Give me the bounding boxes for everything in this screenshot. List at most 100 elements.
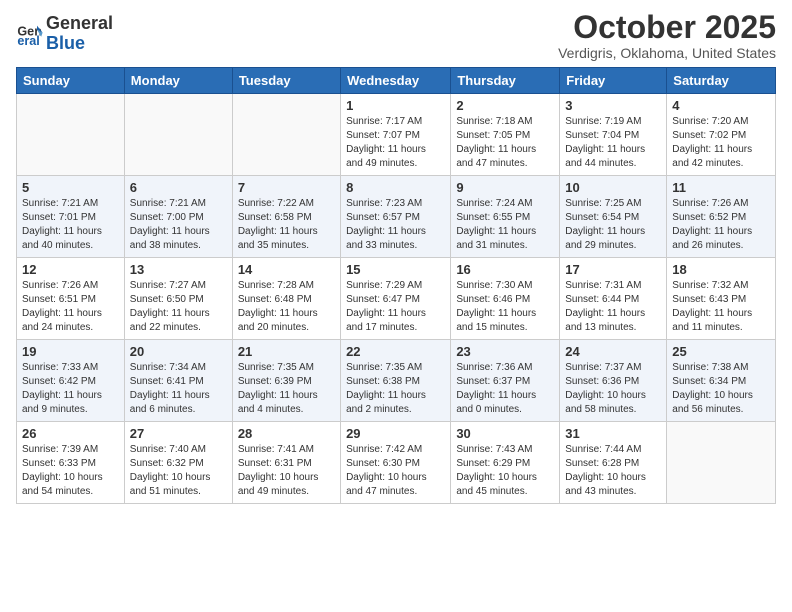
day-info: Sunrise: 7:25 AM Sunset: 6:54 PM Dayligh…: [565, 197, 661, 253]
day-number: 13: [130, 262, 227, 277]
day-number: 27: [130, 426, 227, 441]
weekday-header-monday: Monday: [124, 68, 232, 94]
day-number: 12: [22, 262, 119, 277]
calendar-cell: 1 Sunrise: 7:17 AM Sunset: 7:07 PM Daylig…: [341, 94, 451, 176]
day-info: Sunrise: 7:17 AM Sunset: 7:07 PM Dayligh…: [346, 115, 445, 171]
day-number: 5: [22, 180, 119, 195]
calendar-cell: 19 Sunrise: 7:33 AM Sunset: 6:42 PM Dayli…: [17, 340, 125, 422]
calendar-cell: 21 Sunrise: 7:35 AM Sunset: 6:39 PM Dayli…: [232, 340, 340, 422]
weekday-header-friday: Friday: [560, 68, 667, 94]
day-info: Sunrise: 7:28 AM Sunset: 6:48 PM Dayligh…: [238, 279, 335, 335]
day-info: Sunrise: 7:26 AM Sunset: 6:51 PM Dayligh…: [22, 279, 119, 335]
day-info: Sunrise: 7:18 AM Sunset: 7:05 PM Dayligh…: [456, 115, 554, 171]
day-number: 9: [456, 180, 554, 195]
day-info: Sunrise: 7:41 AM Sunset: 6:31 PM Dayligh…: [238, 443, 335, 499]
day-number: 2: [456, 98, 554, 113]
calendar-cell: 5Sunrise: 7:21 AM Sunset: 7:01 PM Daylig…: [17, 176, 125, 258]
calendar-cell: 24 Sunrise: 7:37 AM Sunset: 6:36 PM Dayli…: [560, 340, 667, 422]
calendar-cell: 2 Sunrise: 7:18 AM Sunset: 7:05 PM Daylig…: [451, 94, 560, 176]
day-info: Sunrise: 7:20 AM Sunset: 7:02 PM Dayligh…: [672, 115, 770, 171]
svg-text:eral: eral: [17, 34, 39, 48]
calendar-cell: [124, 94, 232, 176]
day-number: 19: [22, 344, 119, 359]
day-info: Sunrise: 7:21 AM Sunset: 7:00 PM Dayligh…: [130, 197, 227, 253]
day-number: 11: [672, 180, 770, 195]
calendar-cell: 6 Sunrise: 7:21 AM Sunset: 7:00 PM Daylig…: [124, 176, 232, 258]
title-block: October 2025 Verdigris, Oklahoma, United…: [558, 10, 776, 61]
day-info: Sunrise: 7:35 AM Sunset: 6:38 PM Dayligh…: [346, 361, 445, 417]
calendar-cell: 7Sunrise: 7:22 AM Sunset: 6:58 PM Daylig…: [232, 176, 340, 258]
day-info: Sunrise: 7:34 AM Sunset: 6:41 PM Dayligh…: [130, 361, 227, 417]
calendar-table: SundayMondayTuesdayWednesdayThursdayFrid…: [16, 67, 776, 504]
day-number: 1: [346, 98, 445, 113]
calendar-cell: 30 Sunrise: 7:43 AM Sunset: 6:29 PM Dayli…: [451, 422, 560, 504]
day-info: Sunrise: 7:32 AM Sunset: 6:43 PM Dayligh…: [672, 279, 770, 335]
day-number: 17: [565, 262, 661, 277]
page-subtitle: Verdigris, Oklahoma, United States: [558, 45, 776, 61]
calendar-cell: 3 Sunrise: 7:19 AM Sunset: 7:04 PM Daylig…: [560, 94, 667, 176]
calendar-cell: [17, 94, 125, 176]
calendar-cell: 4 Sunrise: 7:20 AM Sunset: 7:02 PM Daylig…: [667, 94, 776, 176]
day-number: 3: [565, 98, 661, 113]
calendar-cell: 26Sunrise: 7:39 AM Sunset: 6:33 PM Dayli…: [17, 422, 125, 504]
day-info: Sunrise: 7:43 AM Sunset: 6:29 PM Dayligh…: [456, 443, 554, 499]
day-info: Sunrise: 7:42 AM Sunset: 6:30 PM Dayligh…: [346, 443, 445, 499]
day-info: Sunrise: 7:26 AM Sunset: 6:52 PM Dayligh…: [672, 197, 770, 253]
day-info: Sunrise: 7:38 AM Sunset: 6:34 PM Dayligh…: [672, 361, 770, 417]
day-number: 28: [238, 426, 335, 441]
calendar-cell: 8 Sunrise: 7:23 AM Sunset: 6:57 PM Daylig…: [341, 176, 451, 258]
day-number: 15: [346, 262, 445, 277]
calendar-cell: 15 Sunrise: 7:29 AM Sunset: 6:47 PM Dayli…: [341, 258, 451, 340]
calendar-cell: 23 Sunrise: 7:36 AM Sunset: 6:37 PM Dayli…: [451, 340, 560, 422]
day-number: 4: [672, 98, 770, 113]
calendar-cell: 29Sunrise: 7:42 AM Sunset: 6:30 PM Dayli…: [341, 422, 451, 504]
calendar-cell: 22 Sunrise: 7:35 AM Sunset: 6:38 PM Dayli…: [341, 340, 451, 422]
day-number: 7: [238, 180, 335, 195]
day-number: 10: [565, 180, 661, 195]
day-info: Sunrise: 7:19 AM Sunset: 7:04 PM Dayligh…: [565, 115, 661, 171]
calendar-cell: [232, 94, 340, 176]
weekday-header-thursday: Thursday: [451, 68, 560, 94]
day-number: 24: [565, 344, 661, 359]
weekday-header-wednesday: Wednesday: [341, 68, 451, 94]
day-number: 31: [565, 426, 661, 441]
calendar-cell: 27Sunrise: 7:40 AM Sunset: 6:32 PM Dayli…: [124, 422, 232, 504]
day-number: 23: [456, 344, 554, 359]
day-number: 21: [238, 344, 335, 359]
day-number: 14: [238, 262, 335, 277]
day-info: Sunrise: 7:39 AM Sunset: 6:33 PM Dayligh…: [22, 443, 119, 499]
calendar-cell: [667, 422, 776, 504]
day-number: 8: [346, 180, 445, 195]
logo-icon: Gen eral: [16, 20, 44, 48]
day-info: Sunrise: 7:37 AM Sunset: 6:36 PM Dayligh…: [565, 361, 661, 417]
day-info: Sunrise: 7:29 AM Sunset: 6:47 PM Dayligh…: [346, 279, 445, 335]
day-info: Sunrise: 7:31 AM Sunset: 6:44 PM Dayligh…: [565, 279, 661, 335]
page-header: Gen eral General Blue October 2025 Verdi…: [16, 10, 776, 61]
calendar-cell: 14 Sunrise: 7:28 AM Sunset: 6:48 PM Dayli…: [232, 258, 340, 340]
day-info: Sunrise: 7:27 AM Sunset: 6:50 PM Dayligh…: [130, 279, 227, 335]
calendar-cell: 25 Sunrise: 7:38 AM Sunset: 6:34 PM Dayli…: [667, 340, 776, 422]
day-info: Sunrise: 7:44 AM Sunset: 6:28 PM Dayligh…: [565, 443, 661, 499]
logo-text: General Blue: [46, 14, 113, 54]
day-info: Sunrise: 7:23 AM Sunset: 6:57 PM Dayligh…: [346, 197, 445, 253]
calendar-cell: 13 Sunrise: 7:27 AM Sunset: 6:50 PM Dayli…: [124, 258, 232, 340]
day-info: Sunrise: 7:33 AM Sunset: 6:42 PM Dayligh…: [22, 361, 119, 417]
calendar-cell: 11 Sunrise: 7:26 AM Sunset: 6:52 PM Dayli…: [667, 176, 776, 258]
day-number: 6: [130, 180, 227, 195]
calendar-cell: 10 Sunrise: 7:25 AM Sunset: 6:54 PM Dayli…: [560, 176, 667, 258]
day-info: Sunrise: 7:36 AM Sunset: 6:37 PM Dayligh…: [456, 361, 554, 417]
calendar-cell: 20Sunrise: 7:34 AM Sunset: 6:41 PM Dayli…: [124, 340, 232, 422]
day-number: 25: [672, 344, 770, 359]
calendar-cell: 9Sunrise: 7:24 AM Sunset: 6:55 PM Daylig…: [451, 176, 560, 258]
day-info: Sunrise: 7:30 AM Sunset: 6:46 PM Dayligh…: [456, 279, 554, 335]
calendar-cell: 28 Sunrise: 7:41 AM Sunset: 6:31 PM Dayli…: [232, 422, 340, 504]
calendar-cell: 18Sunrise: 7:32 AM Sunset: 6:43 PM Dayli…: [667, 258, 776, 340]
calendar-cell: 17 Sunrise: 7:31 AM Sunset: 6:44 PM Dayli…: [560, 258, 667, 340]
day-number: 30: [456, 426, 554, 441]
calendar-cell: 12 Sunrise: 7:26 AM Sunset: 6:51 PM Dayli…: [17, 258, 125, 340]
weekday-header-saturday: Saturday: [667, 68, 776, 94]
day-number: 22: [346, 344, 445, 359]
page-title: October 2025: [558, 10, 776, 45]
weekday-header-sunday: Sunday: [17, 68, 125, 94]
day-info: Sunrise: 7:35 AM Sunset: 6:39 PM Dayligh…: [238, 361, 335, 417]
